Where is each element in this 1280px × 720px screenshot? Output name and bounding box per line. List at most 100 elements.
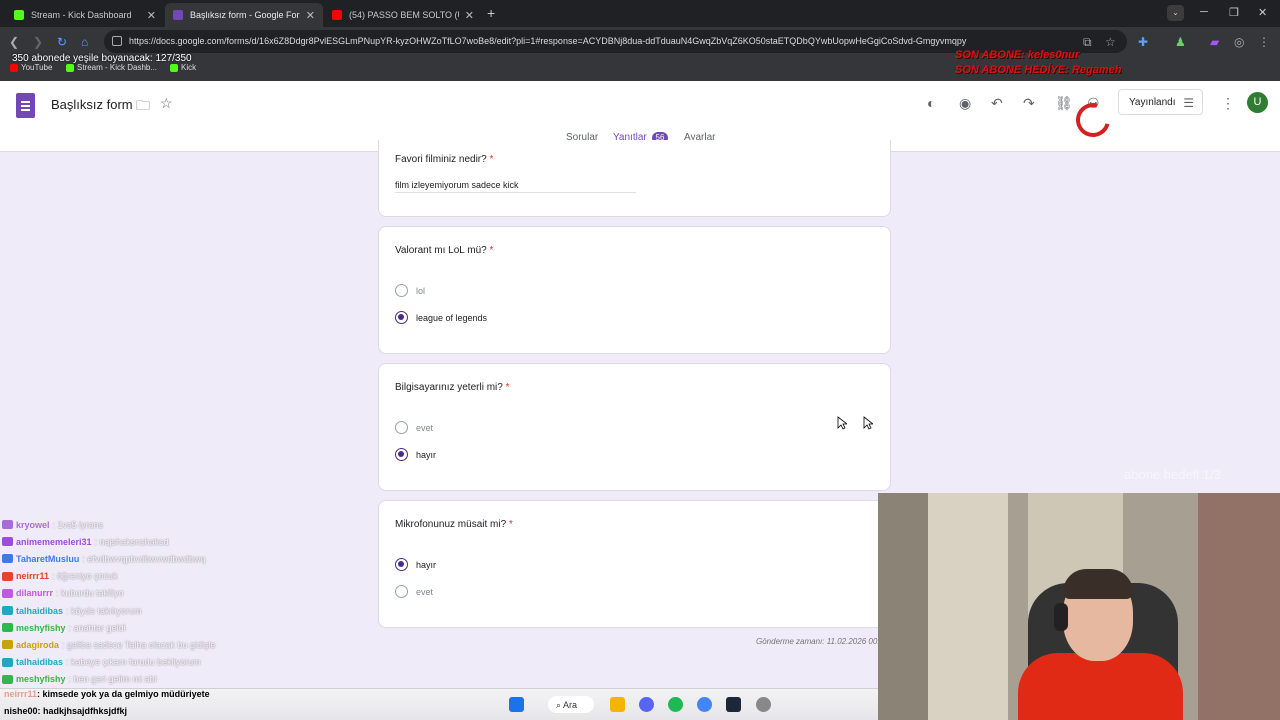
- chat-badge-icon: [2, 588, 13, 598]
- radio-option[interactable]: hayır: [395, 448, 436, 461]
- last-sub-overlay: SON ABONE: keles0nur: [955, 49, 1080, 61]
- form-title[interactable]: Başlıksız form: [51, 97, 133, 112]
- chat-line-bottom: neirrr11: kimsede yok ya da gelmiyo müdü…: [4, 689, 210, 699]
- chat-message: : kabeye çıkam farudu bekliyorum: [66, 657, 201, 668]
- chat-line: meshyfishy: ben geri gelim mi abi: [2, 671, 362, 688]
- star-icon[interactable]: ☆: [160, 95, 173, 112]
- maximize-icon[interactable]: ❐: [1229, 6, 1239, 19]
- menu-icon[interactable]: ⋮: [1258, 35, 1270, 49]
- chat-username: animememeleri31: [16, 536, 92, 547]
- chat-line: adagiroda: galiba sadece Talha olacak bu…: [2, 636, 362, 653]
- windows-start-icon[interactable]: [509, 697, 524, 712]
- youtube-icon: [10, 63, 18, 72]
- profile-extension-icon[interactable]: ♟: [1175, 35, 1186, 49]
- radio-option[interactable]: evet: [395, 421, 433, 434]
- home-icon[interactable]: ⌂: [81, 35, 88, 49]
- chat-badge-icon: [2, 554, 13, 564]
- chat-message: : ben geri gelim mi abi: [68, 674, 157, 685]
- sub-goal-overlay: 350 abonede yeşile boyanacak: 127/350: [12, 53, 192, 64]
- site-info-icon[interactable]: [112, 36, 122, 46]
- steam-icon[interactable]: [726, 697, 741, 712]
- last-gift-overlay: SON ABONE HEDİYE: Regameh: [955, 64, 1122, 76]
- radio-option[interactable]: lol: [395, 284, 425, 297]
- browser-tab-active[interactable]: Başlıksız form - Google Formlar ✕: [165, 3, 323, 27]
- close-window-icon[interactable]: ✕: [1258, 6, 1267, 19]
- sub-goal-bottom-overlay: abone hedefi 1/3: [1124, 467, 1221, 482]
- question-card: Mikrofonunuz müsait mi? * hayır evet: [378, 500, 891, 628]
- youtube-favicon-icon: [332, 10, 342, 20]
- chat-username: adagiroda: [16, 639, 60, 650]
- chat-username: neirrr11: [16, 571, 50, 582]
- chat-line: animememeleri31: najshaksnshaksd: [2, 533, 362, 550]
- radio-option[interactable]: hayır: [395, 558, 436, 571]
- radio-selected-icon[interactable]: [395, 558, 408, 571]
- obs-icon[interactable]: [756, 697, 771, 712]
- taskbar-search[interactable]: ⌕ Ara: [548, 696, 594, 713]
- back-icon[interactable]: ❮: [9, 35, 19, 49]
- bookmark-youtube[interactable]: YouTube: [10, 63, 52, 72]
- stream-logo-overlay-icon: [1069, 96, 1117, 144]
- account-icon[interactable]: ◎: [1234, 35, 1244, 49]
- chat-message: : kuburdu takiliyo: [56, 588, 124, 599]
- discord-icon[interactable]: [639, 697, 654, 712]
- file-explorer-icon[interactable]: [610, 697, 625, 712]
- new-tab-icon[interactable]: +: [487, 5, 495, 21]
- radio-option[interactable]: evet: [395, 585, 433, 598]
- chat-username: kryowel: [16, 519, 50, 530]
- webcam-curtain: [1198, 493, 1280, 720]
- minimize-icon[interactable]: ─: [1200, 6, 1208, 18]
- forward-icon[interactable]: ❯: [33, 35, 43, 49]
- publish-settings-icon: ☰: [1183, 96, 1194, 110]
- kick-icon: [170, 63, 178, 72]
- webcam-door: [928, 493, 1008, 720]
- radio-option[interactable]: league of legends: [395, 311, 487, 324]
- chat-username: dilanurrr: [16, 588, 54, 599]
- radio-unselected-icon[interactable]: [395, 284, 408, 297]
- question-title: Favori filminiz nedir? *: [395, 154, 494, 165]
- close-tab-icon[interactable]: ✕: [306, 9, 315, 22]
- chat-line: kryowel: 1vs5 lyrans: [2, 516, 362, 533]
- chat-line-bottom: nishe00: hadkjhsajdfhksjdfkj: [4, 706, 128, 716]
- preview-eye-icon[interactable]: ◉: [959, 95, 971, 112]
- folder-icon[interactable]: 🗀: [136, 95, 150, 119]
- avatar[interactable]: U: [1247, 92, 1268, 113]
- question-card: Bilgisayarınız yeterli mi? * evet hayır: [378, 363, 891, 491]
- stream-chat-overlay: kryowel: 1vs5 lyrans animememeleri31: naj…: [2, 516, 362, 688]
- question-title: Mikrofonunuz müsait mi? *: [395, 519, 513, 530]
- google-forms-logo-icon[interactable]: [16, 93, 35, 118]
- bookmark-kick-dashboard[interactable]: Stream - Kick Dashb...: [66, 63, 157, 72]
- more-options-icon[interactable]: ⋮: [1221, 95, 1235, 112]
- chat-badge-icon: [2, 571, 13, 581]
- question-title: Bilgisayarınız yeterli mi? *: [395, 382, 510, 393]
- chrome-icon[interactable]: [697, 697, 712, 712]
- redo-icon[interactable]: ↷: [1023, 95, 1035, 112]
- radio-selected-icon[interactable]: [395, 448, 408, 461]
- tab-search-icon[interactable]: ⌄: [1167, 5, 1184, 21]
- radio-unselected-icon[interactable]: [395, 421, 408, 434]
- chat-message: : öğreniyo çocuk: [52, 571, 118, 582]
- webcam-wall-shadow: [878, 493, 928, 720]
- chat-line: talhaidibas: köyde takılıyorum: [2, 602, 362, 619]
- close-tab-icon[interactable]: ✕: [465, 9, 474, 22]
- browser-tab[interactable]: Stream - Kick Dashboard ✕: [6, 3, 164, 27]
- close-tab-icon[interactable]: ✕: [147, 9, 156, 22]
- browser-tab[interactable]: (54) PASSO BEM SOLTO (ULTRA ✕: [324, 3, 482, 27]
- bookmark-kick[interactable]: Kick: [170, 63, 196, 72]
- chat-line: meshyfishy: anahtar geldi: [2, 619, 362, 636]
- extension-icon[interactable]: ✚: [1138, 35, 1148, 49]
- bookmark-star-icon[interactable]: ☆: [1105, 35, 1116, 49]
- open-in-app-icon[interactable]: ⧉: [1083, 35, 1092, 50]
- headset-icon: [1054, 603, 1068, 631]
- undo-icon[interactable]: ↶: [991, 95, 1003, 112]
- reload-icon[interactable]: ↻: [57, 35, 67, 49]
- publish-button[interactable]: Yayınlandı ☰: [1118, 89, 1203, 115]
- palette-icon[interactable]: ◐: [927, 95, 935, 111]
- chat-line: neirrr11: öğreniyo çocuk: [2, 568, 362, 585]
- twitch-extension-icon[interactable]: ▰: [1210, 35, 1219, 49]
- radio-unselected-icon[interactable]: [395, 585, 408, 598]
- spotify-icon[interactable]: [668, 697, 683, 712]
- chat-username: meshyfishy: [16, 674, 66, 685]
- link-icon[interactable]: ⛓: [1055, 95, 1073, 112]
- webcam-person-body: [1018, 653, 1183, 720]
- radio-selected-icon[interactable]: [395, 311, 408, 324]
